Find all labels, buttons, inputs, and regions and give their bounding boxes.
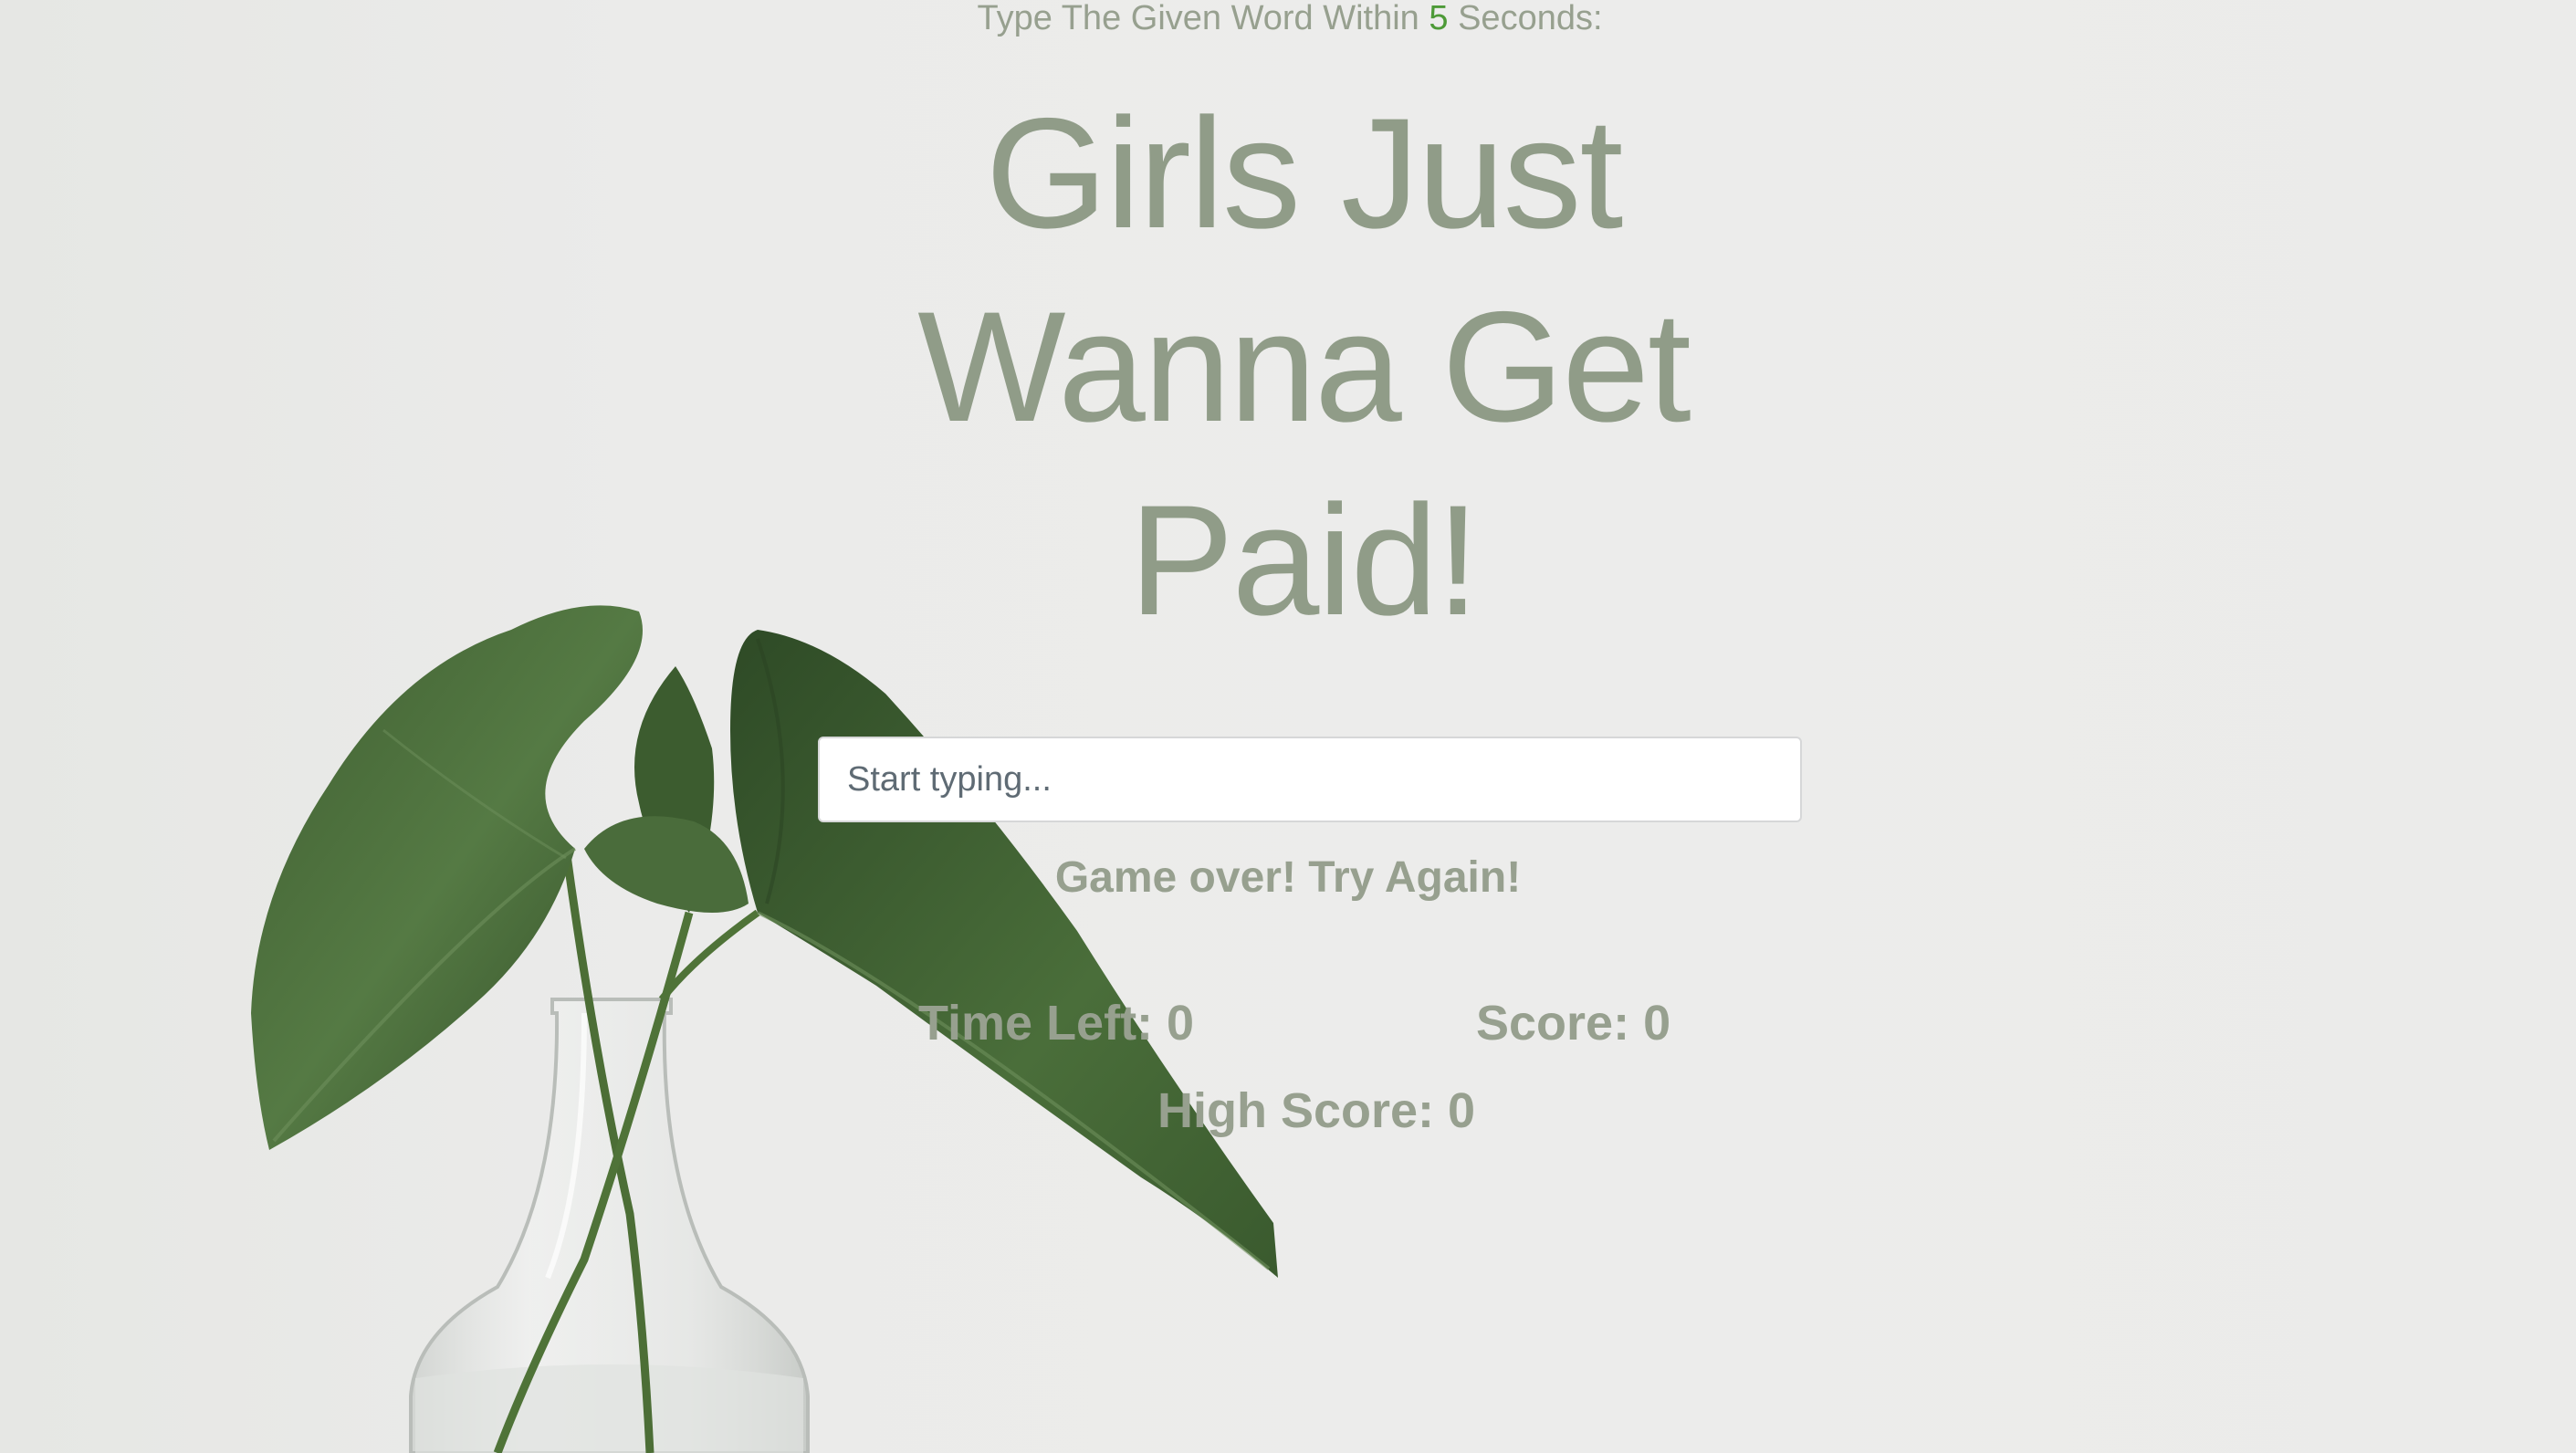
instruction-suffix: Seconds: — [1448, 0, 1603, 37]
score-value: 0 — [1643, 996, 1671, 1051]
instruction-prefix: Type The Given Word Within — [977, 0, 1429, 37]
game-status-message: Game over! Try Again! — [1054, 853, 1522, 902]
instruction-text: Type The Given Word Within 5 Seconds: — [0, 0, 2576, 37]
typing-input[interactable] — [818, 737, 1802, 822]
time-left-label: Time Left: — [918, 996, 1168, 1051]
score-stat: Score: 0 — [1476, 995, 1670, 1051]
instruction-seconds: 5 — [1429, 0, 1449, 37]
current-word: Girls Just Wanna Get Paid! — [917, 86, 1691, 648]
high-score-value: 0 — [1448, 1083, 1476, 1138]
game-page: Type The Given Word Within 5 Seconds: Gi… — [0, 0, 2576, 1453]
time-left-value: 0 — [1167, 996, 1195, 1051]
score-label: Score: — [1476, 996, 1644, 1051]
high-score-label: High Score: — [1157, 1083, 1449, 1138]
time-left-stat: Time Left: 0 — [918, 995, 1194, 1051]
high-score-stat: High Score: 0 — [1157, 1082, 1475, 1139]
